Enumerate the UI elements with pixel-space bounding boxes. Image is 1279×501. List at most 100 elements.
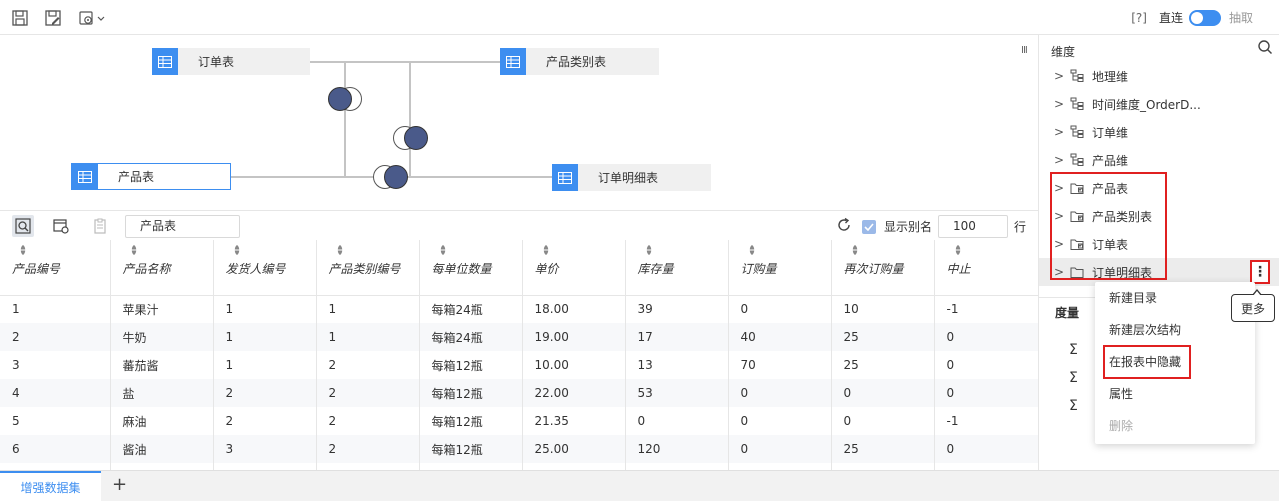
chevron-right-icon[interactable]: >: [1054, 69, 1066, 83]
sigma-icon: Σ: [1069, 370, 1078, 386]
table-cell: 酱油: [110, 435, 214, 463]
field-type-icon: [12, 244, 109, 258]
clipboard-icon: [89, 215, 111, 237]
chevron-right-icon[interactable]: >: [1054, 97, 1066, 111]
table-settings-icon[interactable]: [50, 215, 72, 237]
node-label: 订单明细表: [598, 171, 659, 185]
table-icon: [552, 164, 578, 191]
table-row: 3 蕃茄酱 1 2 每箱12瓶 10.00 13 70 25 0: [0, 351, 1038, 379]
column-header[interactable]: 中止: [934, 240, 1038, 296]
table-cell: 6: [0, 435, 111, 463]
table-cell: 5: [0, 407, 111, 435]
save-icon[interactable]: [11, 9, 29, 27]
table-cell: [831, 463, 935, 470]
join-icon-1[interactable]: [328, 87, 362, 111]
column-header-label: 产品编号: [12, 262, 61, 276]
table-cell: 0: [625, 407, 729, 435]
table-icon: [72, 164, 98, 189]
query-icon[interactable]: [12, 215, 34, 237]
refresh-icon[interactable]: [836, 217, 852, 236]
tab-enhanced-dataset[interactable]: 增强数据集: [0, 471, 101, 501]
table-cell: 0: [934, 379, 1038, 407]
mode-toggle[interactable]: [1188, 9, 1221, 26]
data-preview-grid: 产品编号 产品名称 发货人编号 产品类别编号 每单位数量 单价 库存量 订购量 …: [0, 240, 1038, 470]
table-cell: 19.00: [522, 323, 626, 351]
table-cell: 0: [934, 351, 1038, 379]
dataset-name-input[interactable]: 产品表: [125, 215, 240, 238]
table-icon: [152, 48, 178, 75]
table-cell: [213, 463, 317, 470]
table-cell: 盐: [110, 379, 214, 407]
table-cell: 1: [316, 323, 420, 351]
table-node-order-detail[interactable]: 订单明细表: [552, 164, 711, 191]
table-cell: 2: [0, 323, 111, 351]
dimension-item[interactable]: > 订单维: [1039, 118, 1279, 146]
table-node-category[interactable]: 产品类别表: [500, 48, 659, 75]
save-as-icon[interactable]: [44, 9, 62, 27]
column-header[interactable]: 产品类别编号: [316, 240, 420, 296]
column-header-label: 单价: [534, 262, 559, 276]
mode-extract-label: 抽取: [1228, 11, 1253, 25]
table-cell: 17: [625, 323, 729, 351]
mode-direct-label: 直连: [1158, 11, 1183, 25]
sigma-icon: Σ: [1069, 398, 1078, 414]
table-cell: -1: [934, 407, 1038, 435]
menu-item-properties[interactable]: 属性: [1095, 380, 1255, 408]
table-cell: 1: [316, 295, 420, 323]
table-cell: 2: [213, 379, 317, 407]
table-node-product[interactable]: 产品表: [71, 163, 231, 190]
help-link[interactable]: [?]: [1131, 11, 1147, 25]
node-label: 订单表: [198, 55, 235, 69]
column-header[interactable]: 产品名称: [110, 240, 214, 296]
table-cell: [625, 463, 729, 470]
hierarchy-icon: [1070, 125, 1086, 139]
bottom-tab-bar: 增强数据集 +: [0, 470, 1279, 501]
dimension-item[interactable]: > 产品维: [1039, 146, 1279, 174]
more-button[interactable]: ⋮: [1250, 260, 1270, 284]
table-node-order[interactable]: 订单表: [152, 48, 310, 75]
table-cell: 1: [0, 295, 111, 323]
table-cell: 21.35: [522, 407, 626, 435]
table-cell: 2: [316, 407, 420, 435]
field-type-icon: [329, 244, 419, 258]
table-cell: [728, 463, 832, 470]
dimension-item[interactable]: > 地理维: [1039, 62, 1279, 90]
column-header-label: 再次订购量: [843, 262, 904, 276]
column-header[interactable]: 发货人编号: [213, 240, 317, 296]
sigma-icon: Σ: [1069, 342, 1078, 358]
table-cell: 1: [213, 323, 317, 351]
column-header[interactable]: 单价: [522, 240, 626, 296]
collapse-panel-handle[interactable]: III: [1021, 45, 1028, 56]
table-cell: 0: [831, 407, 935, 435]
chevron-right-icon[interactable]: >: [1054, 153, 1066, 167]
settings-dropdown-icon[interactable]: [78, 9, 108, 27]
column-header[interactable]: 再次订购量: [831, 240, 935, 296]
table-cell: [934, 463, 1038, 470]
column-header[interactable]: 订购量: [728, 240, 832, 296]
column-header[interactable]: 每单位数量: [419, 240, 523, 296]
table-cell: 4: [0, 379, 111, 407]
table-cell: 13: [625, 351, 729, 379]
column-header[interactable]: 库存量: [625, 240, 729, 296]
add-tab-button[interactable]: +: [112, 474, 127, 495]
field-type-icon: [741, 244, 831, 258]
search-icon[interactable]: [1257, 39, 1273, 58]
table-row: 2 牛奶 1 1 每箱24瓶 19.00 17 40 25 0: [0, 323, 1038, 351]
field-type-icon: [844, 244, 934, 258]
join-icon-3[interactable]: [373, 165, 408, 189]
rows-input[interactable]: 100: [937, 215, 1008, 238]
table-cell: 2: [316, 379, 420, 407]
table-cell: 10: [831, 295, 935, 323]
menu-item-delete: 删除: [1109, 419, 1134, 433]
table-cell: 0: [831, 379, 935, 407]
show-alias-checkbox[interactable]: [861, 219, 876, 234]
table-cell: [316, 463, 420, 470]
column-header[interactable]: 产品编号: [0, 240, 111, 296]
field-type-icon: [638, 244, 728, 258]
chevron-right-icon[interactable]: >: [1054, 125, 1066, 139]
join-icon-2[interactable]: [393, 126, 428, 150]
dimension-item-label: 产品维: [1092, 153, 1129, 168]
column-header-label: 库存量: [637, 262, 674, 276]
dimension-item[interactable]: > 时间维度_OrderD...: [1039, 90, 1279, 118]
table-cell: 2: [316, 435, 420, 463]
